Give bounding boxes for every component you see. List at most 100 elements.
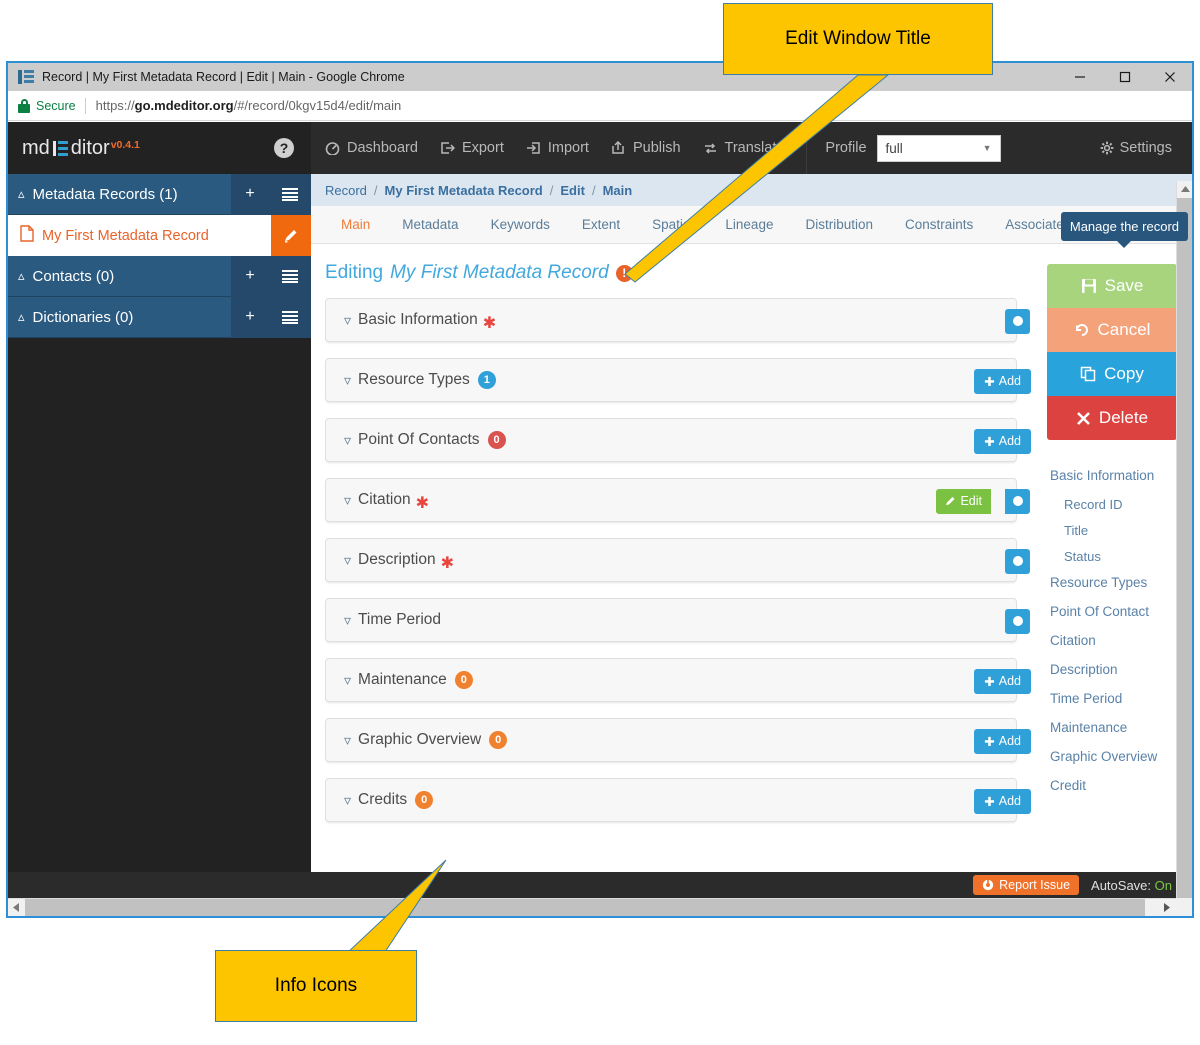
toc-item-description[interactable]: Description [1050,662,1192,677]
sidebar-item-my-first-metadata-record[interactable]: My First Metadata Record [8,215,311,256]
metadata-records-list-icon[interactable] [269,173,311,215]
add-label: Add [998,374,1021,388]
panel-actions [991,539,1030,583]
toc-item-graphic-overview[interactable]: Graphic Overview [1050,749,1192,764]
panel-time-period[interactable]: ▿ Time Period [325,598,1030,642]
add-metadata-record-button[interactable]: + [231,173,269,215]
import-icon [526,142,540,154]
sidebar-group-contacts[interactable]: ▵ Contacts (0) + [8,255,311,297]
nav-item-export[interactable]: Export [440,140,504,156]
plus-icon: ✚ [984,434,995,449]
horizontal-scroll-thumb[interactable] [25,899,1145,916]
settings-label: Settings [1119,140,1172,156]
toc-item-time-period[interactable]: Time Period [1050,691,1192,706]
delete-button[interactable]: Delete [1047,396,1177,440]
status-bar: Report Issue AutoSave: On [8,872,1192,898]
breadcrumb-separator: / [373,182,378,198]
close-icon[interactable] [1147,63,1192,91]
url-divider [84,97,86,114]
document-icon [20,224,34,247]
info-icon[interactable] [1005,608,1030,634]
count-badge: 0 [487,431,506,449]
editing-prefix: Editing [325,262,384,283]
panel-actions: ✚ Add [960,419,1031,463]
copy-label: Copy [1104,364,1144,383]
copy-button[interactable]: Copy [1047,352,1177,396]
window-controls [1057,63,1192,91]
scroll-left-arrow-icon[interactable] [8,899,25,916]
panel-citation[interactable]: ▿ Citation ✱ Edit [325,478,1030,522]
panel-title: Citation [358,491,411,508]
cancel-button[interactable]: Cancel [1047,308,1177,352]
scroll-up-arrow-icon[interactable] [1177,181,1192,198]
vertical-scroll-thumb[interactable] [1177,198,1192,916]
add-button[interactable]: ✚ Add [974,368,1031,394]
horizontal-scrollbar[interactable] [8,898,1192,916]
add-button[interactable]: ✚ Add [974,668,1031,694]
minimize-icon[interactable] [1057,63,1102,91]
toc-item-point-of-contact[interactable]: Point Of Contact [1050,604,1192,619]
copy-icon [1080,366,1096,382]
callout-info-icons: Info Icons [215,950,417,1022]
tab-constraints[interactable]: Constraints [889,217,989,232]
dictionaries-list-icon[interactable] [269,296,311,338]
nav-label: Export [461,140,504,156]
callout-text: Info Icons [274,975,358,996]
record-name-label: My First Metadata Record [42,227,209,244]
nav-item-dashboard[interactable]: Dashboard [325,140,418,156]
panel-list: ▿ Basic Information ✱ ▿ Resource Types 1 [311,284,1031,822]
toc-item-maintenance[interactable]: Maintenance [1050,720,1192,735]
toc-item-credit[interactable]: Credit [1050,778,1192,793]
help-icon[interactable]: ? [274,138,294,158]
breadcrumb-item-record[interactable]: Record [325,183,367,198]
add-contact-button[interactable]: + [231,255,269,297]
toc-item-record-id[interactable]: Record ID [1050,497,1192,512]
add-button[interactable]: ✚ Add [974,728,1031,754]
info-icon[interactable] [1005,548,1030,574]
tab-main[interactable]: Main [325,217,386,232]
panel-maintenance[interactable]: ▿ Maintenance 0 ✚ Add [325,658,1031,702]
count-badge: 1 [477,371,496,389]
count-badge: 0 [415,791,434,809]
scroll-right-arrow-icon[interactable] [1158,899,1175,916]
nav-item-import[interactable]: Import [526,140,589,156]
panel-resource-types[interactable]: ▿ Resource Types 1 ✚ Add [325,358,1031,402]
add-label: Add [998,734,1021,748]
chevron-down-icon: ▿ [344,671,352,688]
toc-item-citation[interactable]: Citation [1050,633,1192,648]
save-button[interactable]: Save [1047,264,1177,308]
mdeditor-logo-icon [52,140,68,156]
maximize-icon[interactable] [1102,63,1147,91]
add-label: Add [998,674,1021,688]
tab-metadata[interactable]: Metadata [386,217,474,232]
required-asterisk: ✱ [482,315,497,332]
vertical-scrollbar[interactable] [1176,181,1192,916]
plus-icon: ✚ [984,674,995,689]
panel-graphic-overview[interactable]: ▿ Graphic Overview 0 ✚ Add [325,718,1031,763]
panel-description[interactable]: ▿ Description ✱ [325,538,1030,583]
toc-item-resource-types[interactable]: Resource Types [1050,575,1192,590]
info-icon[interactable] [1005,488,1030,514]
sidebar-group-metadata-records[interactable]: ▵ Metadata Records (1) + [8,173,311,215]
contacts-list-icon[interactable] [269,255,311,297]
chevron-down-icon: ▿ [344,731,352,748]
toc-item-status[interactable]: Status [1050,549,1192,564]
chevron-up-icon: ▵ [18,309,25,324]
sidebar-group-dictionaries[interactable]: ▵ Dictionaries (0) + [8,296,311,338]
tab-keywords[interactable]: Keywords [475,217,566,232]
breadcrumb-item-edit[interactable]: Edit [560,183,585,198]
panel-credits[interactable]: ▿ Credits 0 ✚ Add [325,778,1031,822]
breadcrumb-item-record-name[interactable]: My First Metadata Record [385,183,543,198]
report-issue-button[interactable]: Report Issue [973,875,1080,895]
add-button[interactable]: ✚ Add [974,428,1031,454]
panel-actions: ✚ Add [960,719,1031,763]
toc-item-basic-information[interactable]: Basic Information [1050,468,1192,483]
toc-item-title[interactable]: Title [1050,523,1192,538]
edit-record-button[interactable] [271,215,311,256]
add-dictionary-button[interactable]: + [231,296,269,338]
edit-button[interactable]: Edit [936,488,991,514]
nav-item-settings[interactable]: Settings [1100,140,1172,156]
add-button[interactable]: ✚ Add [974,788,1031,814]
panel-point-of-contacts[interactable]: ▿ Point Of Contacts 0 ✚ Add [325,418,1031,463]
info-icon[interactable] [1005,308,1030,334]
